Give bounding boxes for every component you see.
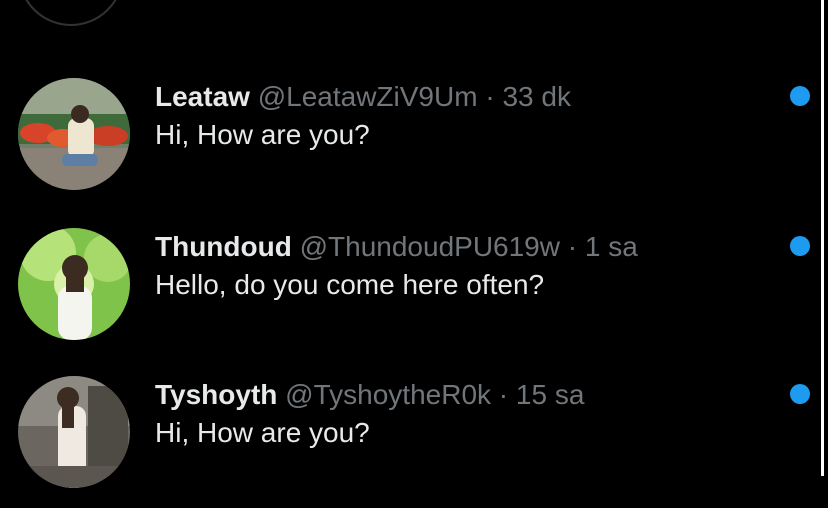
unread-indicator-icon	[790, 384, 810, 404]
sender-name[interactable]: Thundoud	[155, 231, 292, 262]
sender-name[interactable]: Tyshoyth	[155, 379, 277, 410]
separator-dot: ·	[498, 379, 509, 410]
sender-name[interactable]: Leataw	[155, 81, 250, 112]
unread-indicator-icon	[790, 86, 810, 106]
sender-handle: @ThundoudPU619w	[299, 231, 560, 262]
avatar[interactable]	[18, 78, 130, 190]
message-time: 33 dk	[502, 81, 571, 112]
scrollbar[interactable]	[821, 0, 824, 476]
separator-dot: ·	[485, 81, 495, 112]
unread-indicator-icon	[790, 236, 810, 256]
conversation-item[interactable]: Tyshoyth @TyshoytheR0k · 15 sa Hi, How a…	[0, 358, 828, 508]
conversation-item[interactable]: Leataw @LeatawZiV9Um · 33 dk Hi, How are…	[0, 60, 828, 210]
message-preview: Hi, How are you?	[155, 417, 370, 448]
avatar[interactable]	[18, 376, 130, 488]
separator-dot: ·	[567, 231, 578, 262]
message-preview: Hi, How are you?	[155, 119, 370, 150]
sender-handle: @LeatawZiV9Um	[257, 81, 478, 112]
conversation-item[interactable]: Thundoud @ThundoudPU619w · 1 sa Hello, d…	[0, 210, 828, 360]
avatar[interactable]	[18, 228, 130, 340]
message-time: 15 sa	[515, 379, 585, 410]
message-time: 1 sa	[584, 231, 638, 262]
message-preview: Hello, do you come here often?	[155, 269, 545, 300]
sender-handle: @TyshoytheR0k	[285, 379, 492, 410]
avatar[interactable]	[18, 0, 124, 26]
